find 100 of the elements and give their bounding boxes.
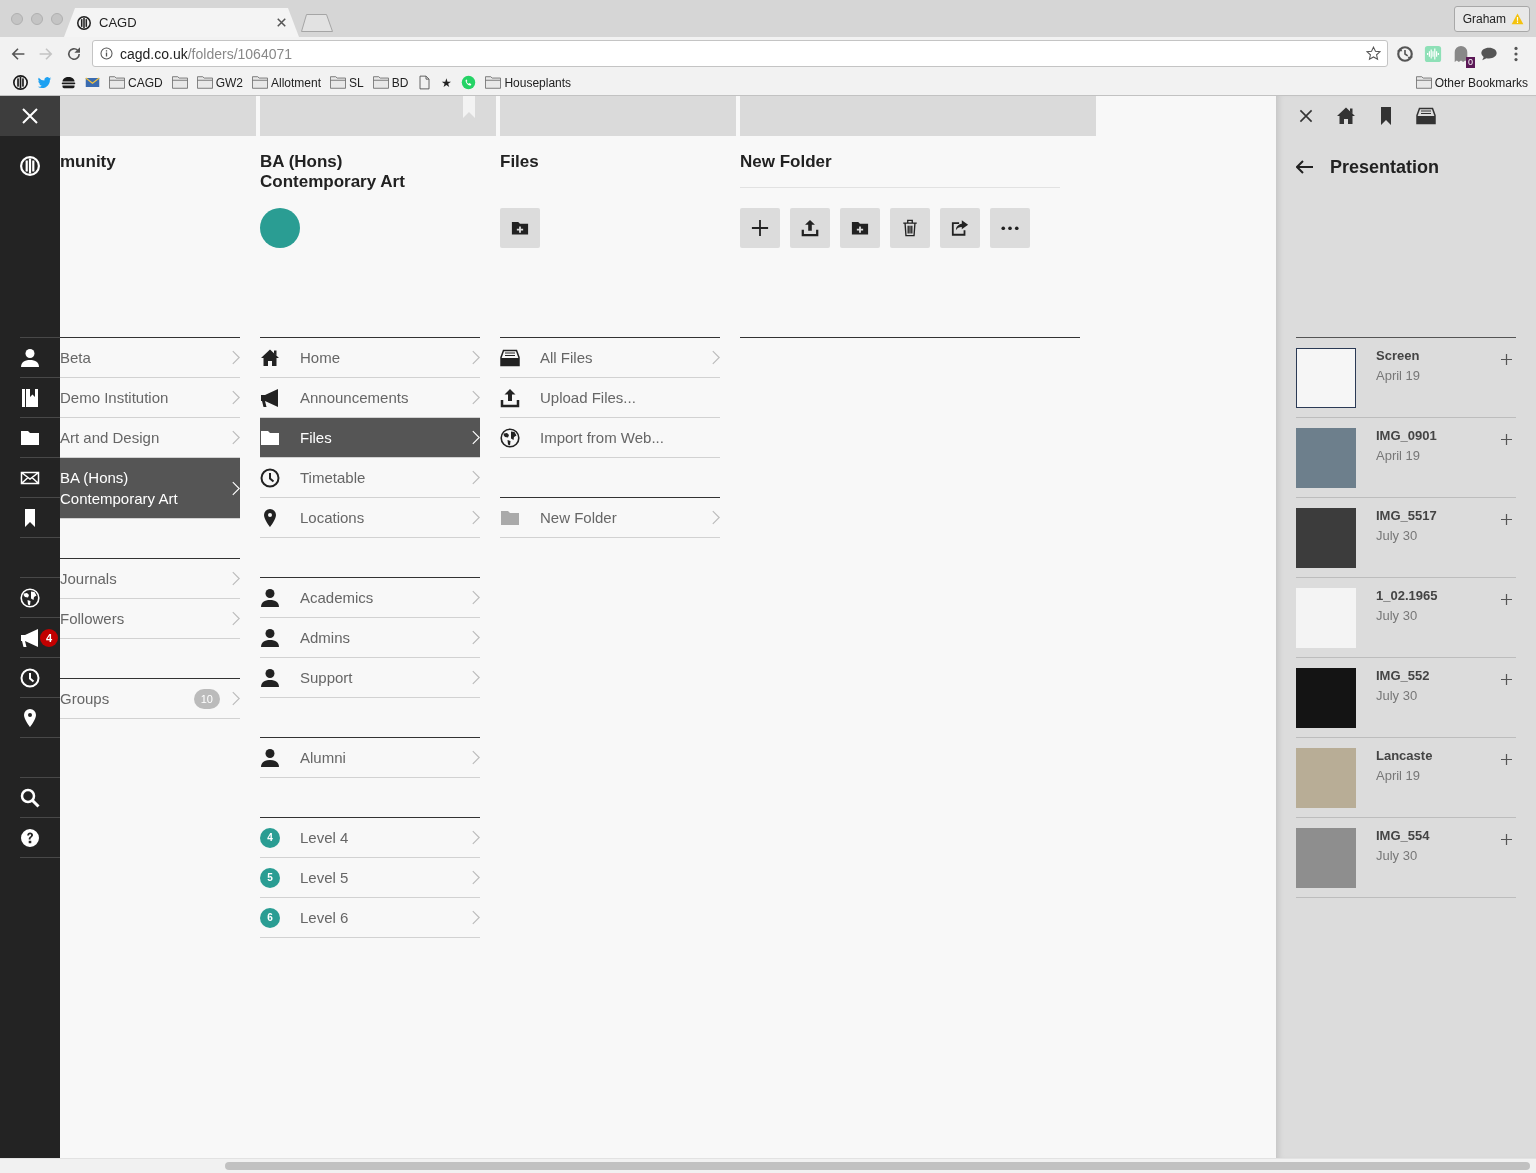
close-icon[interactable] [277,18,286,27]
star-icon[interactable] [1366,46,1381,61]
menu-item[interactable]: Upload Files... [500,378,720,418]
file-name[interactable]: Lancaste [1376,748,1433,764]
close-button[interactable] [0,96,60,136]
clock-arrows-icon[interactable] [1396,44,1414,63]
file-name[interactable]: 1_02.1965 [1376,588,1438,604]
page-icon[interactable] [417,75,433,90]
file-date: July 30 [1376,848,1418,864]
person-icon[interactable] [20,347,40,368]
file-name[interactable]: IMG_5517 [1376,508,1437,524]
menu-item[interactable]: Support [260,658,480,698]
plus-icon[interactable] [1501,354,1512,365]
bookmark-folder[interactable]: SL [330,75,364,90]
menu-item[interactable]: Groups 10 [60,679,240,719]
file-name[interactable]: IMG_0901 [1376,428,1437,444]
book-icon[interactable] [20,387,40,408]
number-badge: 4 [260,827,280,848]
menu-item[interactable]: Locations [260,498,480,538]
file-date: April 19 [1376,368,1421,384]
more-icon[interactable] [1514,45,1518,62]
search-icon[interactable] [20,787,40,808]
photo-placeholder[interactable] [1296,348,1356,408]
bookmark-folder[interactable]: BD [372,75,409,90]
left-arrow-icon[interactable] [10,45,26,62]
menu-item[interactable]: 6 Level 6 [260,898,480,938]
file-date: July 30 [1376,688,1418,704]
megaphone-icon[interactable] [20,627,40,648]
delete-button[interactable] [890,208,930,248]
close-icon[interactable] [1298,108,1314,124]
folder-icon [109,76,125,89]
bookmark-link[interactable]: ★ [441,75,453,90]
menu-item[interactable]: Files [260,418,480,458]
bookmark-folder[interactable]: Houseplants [485,75,572,90]
tray-icon[interactable] [1416,106,1436,126]
menu-item[interactable]: Academics [260,578,480,618]
folder-icon [252,76,268,89]
plus-icon [751,219,769,237]
bookmark-folder[interactable]: GW2 [196,75,243,90]
bookmark-folder[interactable]: Allotment [252,75,322,90]
menu-item[interactable]: Admins [260,618,480,658]
left-arrow-icon[interactable] [1296,160,1314,174]
add-button[interactable] [740,208,780,248]
clock-icon[interactable] [20,667,40,688]
menu-item[interactable]: Followers [60,599,240,639]
menu-item[interactable]: Journals [60,559,240,599]
new-folder-button[interactable] [840,208,880,248]
upload-button[interactable] [790,208,830,248]
person-icon [260,627,280,648]
file-name[interactable]: IMG_552 [1376,668,1430,684]
logo-icon[interactable] [13,75,28,90]
person-icon [260,667,280,688]
home-icon[interactable] [1336,106,1356,126]
logo-icon [77,15,91,30]
address-field[interactable]: cagd.co.uk/folders/1064071 [92,40,1388,67]
reload-icon[interactable] [66,45,82,62]
tray-icon [500,347,520,368]
browser-tab[interactable]: CAGD [64,8,299,37]
menu-item[interactable]: Demo Institution [60,378,240,418]
share-button[interactable] [940,208,980,248]
plus-icon[interactable] [1501,674,1512,685]
bookmark-folder[interactable]: CAGD [109,75,163,90]
home-icon [260,347,280,368]
globe-icon[interactable] [20,587,40,608]
plus-icon[interactable] [1501,434,1512,445]
burger-icon[interactable] [61,75,76,90]
menu-item[interactable]: Import from Web... [500,418,720,458]
scrollbar-thumb[interactable] [225,1162,1530,1170]
file-name[interactable]: Screen [1376,348,1420,364]
bookmark-folder[interactable]: Other Bookmarks [1415,75,1528,90]
menu-item[interactable]: Alumni [260,738,480,778]
plus-icon[interactable] [1501,754,1512,765]
upload-icon [801,219,819,237]
menu-item[interactable]: Home [260,338,480,378]
menu-item[interactable]: 5 Level 5 [260,858,480,898]
help-icon[interactable] [20,827,40,848]
profile-button[interactable]: Graham [1453,5,1530,32]
horizontal-scrollbar[interactable] [0,1158,1536,1173]
bird-icon[interactable] [37,75,52,90]
menu-item[interactable]: Timetable [260,458,480,498]
info-icon[interactable] [100,47,113,60]
menu-item[interactable]: Beta [60,338,240,378]
folder-icon [372,76,389,89]
count-badge: 10 [193,688,220,709]
file-date: April 19 [1376,448,1421,464]
menu-item[interactable]: 4 Level 4 [260,818,480,858]
plus-icon[interactable] [1501,834,1512,845]
plus-icon[interactable] [1501,514,1512,525]
menu-item[interactable]: New Folder [500,498,720,538]
ghost-icon[interactable] [1452,44,1470,63]
clock-icon [260,467,280,488]
file-name[interactable]: IMG_554 [1376,828,1430,844]
menu-item[interactable]: BA (Hons) Contemporary Art [60,458,240,519]
menu-item[interactable]: All Files [500,338,720,378]
count-badge: 0 [1466,56,1475,68]
megaphone-icon [260,387,280,408]
file-date: July 30 [1376,608,1418,624]
new-folder-button[interactable] [500,208,540,248]
plus-icon[interactable] [1501,594,1512,605]
folder-name-field[interactable]: New Folder [740,152,1060,188]
